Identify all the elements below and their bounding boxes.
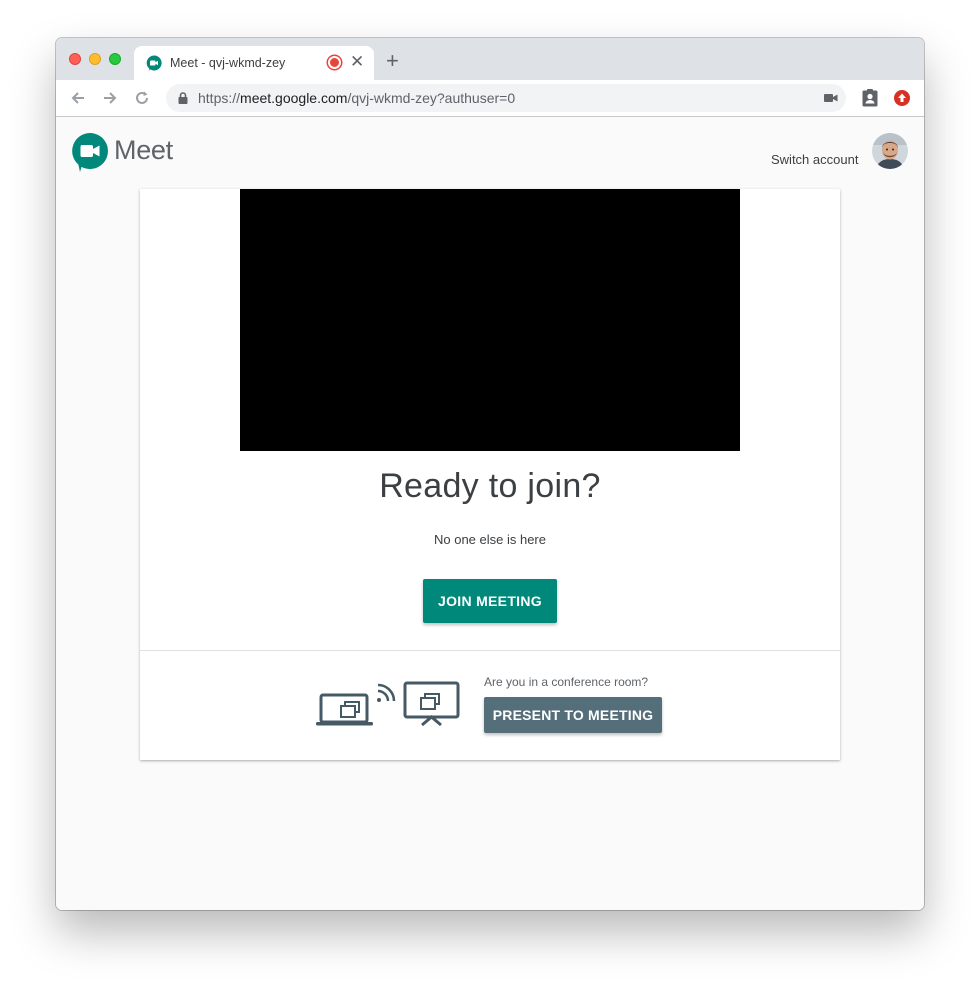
avatar[interactable]	[872, 133, 908, 169]
url-scheme: https://	[198, 90, 241, 106]
new-tab-button[interactable]: +	[386, 50, 399, 72]
recording-icon	[328, 56, 341, 69]
reload-icon[interactable]	[132, 88, 152, 108]
close-window-button[interactable]	[69, 53, 81, 65]
participants-status: No one else is here	[433, 532, 546, 547]
tab-title: Meet - qvj-wkmd-zey	[170, 56, 286, 70]
upload-extension-icon[interactable]	[894, 90, 910, 106]
url-host: meet.google.com	[240, 90, 348, 106]
close-icon[interactable]: ✕	[350, 52, 364, 72]
tv-icon	[403, 681, 460, 727]
tab-meet[interactable]: Meet - qvj-wkmd-zey ✕	[134, 46, 374, 80]
browser-window: Meet - qvj-wkmd-zey ✕ + https://meet.goo…	[56, 38, 924, 910]
ready-heading: Ready to join?	[379, 467, 601, 505]
present-illustration	[316, 681, 460, 727]
meet-favicon-icon	[146, 55, 162, 71]
maximize-window-button[interactable]	[109, 53, 121, 65]
back-arrow-icon[interactable]	[68, 88, 88, 108]
divider	[140, 650, 840, 651]
camera-preview	[240, 189, 740, 451]
lock-icon	[178, 92, 188, 104]
join-card: Ready to join? No one else is here JOIN …	[140, 189, 840, 760]
present-to-meeting-button[interactable]: PRESENT TO MEETING	[484, 697, 662, 733]
join-meeting-button[interactable]: JOIN MEETING	[423, 579, 557, 623]
address-bar[interactable]: https://meet.google.com/qvj-wkmd-zey?aut…	[166, 84, 846, 112]
camera-icon[interactable]	[824, 93, 838, 103]
url-path: /qvj-wkmd-zey?authuser=0	[347, 90, 516, 106]
browser-toolbar: https://meet.google.com/qvj-wkmd-zey?aut…	[56, 80, 924, 117]
minimize-window-button[interactable]	[89, 53, 101, 65]
tab-strip: Meet - qvj-wkmd-zey ✕ +	[56, 38, 924, 80]
conference-room-question: Are you in a conference room?	[484, 675, 649, 689]
meet-logo-icon	[72, 133, 108, 172]
url-text: https://meet.google.com/qvj-wkmd-zey?aut…	[198, 90, 515, 106]
contact-extension-icon[interactable]	[862, 89, 878, 107]
page-content: Meet Switch account Ready to join? No on…	[56, 117, 924, 910]
laptop-cast-icon	[316, 683, 396, 726]
switch-account-link[interactable]: Switch account	[771, 152, 858, 167]
forward-arrow-icon[interactable]	[100, 88, 120, 108]
brand-name: Meet	[114, 135, 173, 165]
